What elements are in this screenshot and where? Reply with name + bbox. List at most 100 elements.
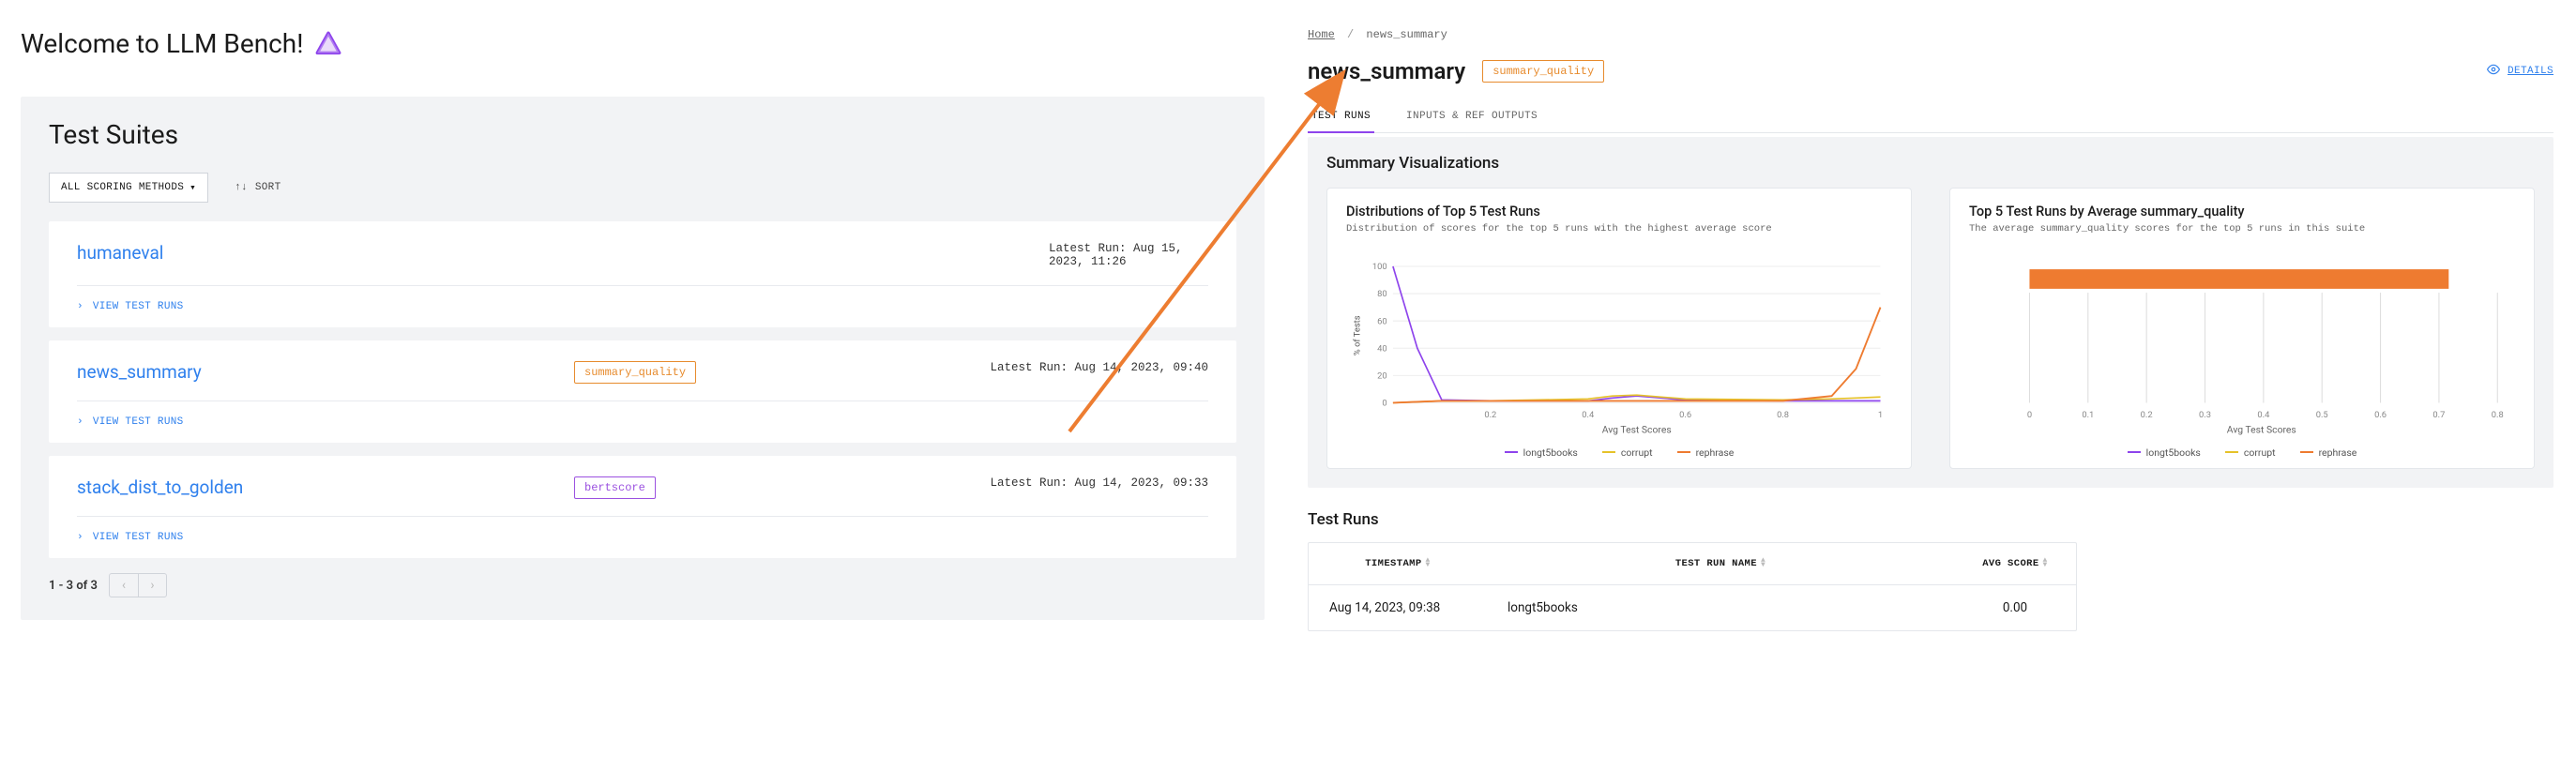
next-page-button[interactable]: › bbox=[138, 574, 166, 597]
legend-swatch bbox=[2300, 451, 2313, 453]
latest-run: Latest Run: Aug 14, 2023, 09:40 bbox=[990, 361, 1208, 374]
scoring-tag: bertscore bbox=[574, 476, 656, 499]
legend-label: longt5books bbox=[1523, 446, 1578, 459]
legend-label: rephrase bbox=[2319, 446, 2357, 459]
legend-swatch bbox=[1602, 451, 1615, 453]
test-runs-heading: Test Runs bbox=[1308, 510, 2553, 529]
tag-slot: summary_quality bbox=[574, 361, 762, 384]
chart-top5-avg: Top 5 Test Runs by Average summary_quali… bbox=[1949, 188, 2535, 469]
svg-text:0.4: 0.4 bbox=[2257, 410, 2270, 420]
latest-run: Latest Run: Aug 14, 2023, 09:33 bbox=[990, 476, 1208, 490]
legend-item: longt5books bbox=[1505, 446, 1578, 459]
sort-icon: ↑↓ bbox=[235, 182, 248, 193]
col-header-timestamp[interactable]: TIMESTAMP ▲▼ bbox=[1309, 543, 1487, 584]
suite-card: humaneval Latest Run: Aug 15, 2023, 11:2… bbox=[49, 221, 1236, 327]
test-suites-page: Welcome to LLM Bench! Test Suites ALL SC… bbox=[0, 0, 1285, 771]
legend-item: corrupt bbox=[2225, 446, 2276, 459]
table-row[interactable]: Aug 14, 2023, 09:38 longt5books 0.00 bbox=[1309, 585, 2076, 630]
suite-card: news_summary summary_quality Latest Run:… bbox=[49, 340, 1236, 443]
legend-swatch bbox=[2225, 451, 2238, 453]
chart-title: Top 5 Test Runs by Average summary_quali… bbox=[1969, 204, 2515, 219]
svg-text:0.4: 0.4 bbox=[1582, 410, 1595, 420]
chart-legend: longt5books corrupt rephrase bbox=[1969, 446, 2515, 459]
legend-swatch bbox=[1505, 451, 1518, 453]
svg-text:0.2: 0.2 bbox=[1484, 410, 1496, 420]
col-header-score[interactable]: AVG SCORE ▲▼ bbox=[1954, 543, 2076, 584]
visualizations-heading: Summary Visualizations bbox=[1326, 154, 2535, 173]
cell-timestamp: Aug 14, 2023, 09:38 bbox=[1309, 585, 1487, 630]
page-title: news_summary bbox=[1308, 58, 1465, 84]
chart-svg: 0 0.1 0.2 0.3 0.4 0.5 0.6 0.7 0.8 Avg Te… bbox=[1969, 242, 2515, 437]
svg-text:0: 0 bbox=[2027, 410, 2032, 420]
page-buttons: ‹ › bbox=[109, 573, 167, 597]
suite-detail-page: Home / news_summary news_summary summary… bbox=[1285, 0, 2576, 771]
welcome-text: Welcome to LLM Bench! bbox=[21, 28, 303, 59]
legend-label: corrupt bbox=[1621, 446, 1653, 459]
svg-text:0.1: 0.1 bbox=[2082, 410, 2094, 420]
breadcrumb-home[interactable]: Home bbox=[1308, 28, 1335, 41]
tabs: TEST RUNS INPUTS & REF OUTPUTS bbox=[1308, 101, 2553, 133]
toolbar: ALL SCORING METHODS ▾ ↑↓ SORT bbox=[49, 173, 1236, 203]
sort-label: SORT bbox=[255, 182, 281, 193]
eye-icon bbox=[2487, 63, 2500, 80]
tag-slot: bertscore bbox=[574, 476, 762, 499]
col-header-label: TEST RUN NAME bbox=[1675, 558, 1757, 569]
svg-text:40: 40 bbox=[1377, 343, 1387, 354]
latest-run: Latest Run: Aug 15, 2023, 11:26 bbox=[1049, 242, 1208, 268]
test-suites-title: Test Suites bbox=[49, 119, 1236, 150]
legend-item: rephrase bbox=[2300, 446, 2357, 459]
legend-swatch bbox=[2128, 451, 2141, 453]
pagination: 1 - 3 of 3 ‹ › bbox=[49, 573, 1236, 597]
cell-avg-score: 0.00 bbox=[1954, 585, 2076, 630]
chart-subtitle: Distribution of scores for the top 5 run… bbox=[1346, 223, 1892, 234]
legend-item: rephrase bbox=[1677, 446, 1735, 459]
logo-icon bbox=[314, 30, 342, 58]
chart-title: Distributions of Top 5 Test Runs bbox=[1346, 204, 1892, 219]
view-test-runs-button[interactable]: › VIEW TEST RUNS bbox=[77, 532, 1208, 543]
suite-card: stack_dist_to_golden bertscore Latest Ru… bbox=[49, 456, 1236, 558]
suite-name-link[interactable]: stack_dist_to_golden bbox=[77, 476, 527, 498]
cell-run-name: longt5books bbox=[1487, 585, 1954, 630]
chevron-down-icon: ▾ bbox=[189, 181, 196, 194]
dropdown-label: ALL SCORING METHODS bbox=[61, 182, 184, 193]
sort-icon: ▲▼ bbox=[1426, 559, 1431, 568]
svg-text:0.5: 0.5 bbox=[2316, 410, 2328, 420]
chart-distribution: Distributions of Top 5 Test Runs Distrib… bbox=[1326, 188, 1912, 469]
details-link-label: DETAILS bbox=[2508, 66, 2553, 77]
view-test-runs-button[interactable]: › VIEW TEST RUNS bbox=[77, 416, 1208, 428]
chart-subtitle: The average summary_quality scores for t… bbox=[1969, 223, 2515, 234]
view-test-runs-button[interactable]: › VIEW TEST RUNS bbox=[77, 301, 1208, 312]
svg-text:0.7: 0.7 bbox=[2432, 410, 2445, 420]
suite-name-link[interactable]: news_summary bbox=[77, 361, 527, 383]
chart-legend: longt5books corrupt rephrase bbox=[1346, 446, 1892, 459]
legend-label: rephrase bbox=[1696, 446, 1735, 459]
svg-text:0.8: 0.8 bbox=[2492, 410, 2504, 420]
prev-page-button[interactable]: ‹ bbox=[110, 574, 138, 597]
chevron-right-icon: › bbox=[77, 416, 83, 428]
col-header-name[interactable]: TEST RUN NAME ▲▼ bbox=[1487, 543, 1954, 584]
legend-item: corrupt bbox=[1602, 446, 1653, 459]
sort-icon: ▲▼ bbox=[1761, 559, 1765, 568]
sort-button[interactable]: ↑↓ SORT bbox=[235, 182, 280, 193]
view-runs-label: VIEW TEST RUNS bbox=[93, 301, 184, 312]
scoring-tag: summary_quality bbox=[574, 361, 696, 384]
visualizations-section: Summary Visualizations Distributions of … bbox=[1308, 137, 2553, 488]
scoring-tag: summary_quality bbox=[1482, 60, 1604, 83]
test-runs-table: TIMESTAMP ▲▼ TEST RUN NAME ▲▼ AVG SCORE … bbox=[1308, 542, 2077, 631]
details-link[interactable]: DETAILS bbox=[2487, 63, 2553, 80]
legend-label: longt5books bbox=[2146, 446, 2201, 459]
x-axis-label: Avg Test Scores bbox=[1602, 424, 1672, 436]
scoring-method-dropdown[interactable]: ALL SCORING METHODS ▾ bbox=[49, 173, 208, 203]
suite-name-link[interactable]: humaneval bbox=[77, 242, 527, 264]
tab-test-runs[interactable]: TEST RUNS bbox=[1308, 101, 1374, 133]
breadcrumb-current: news_summary bbox=[1366, 28, 1447, 41]
y-axis-label: % of Tests bbox=[1353, 315, 1363, 355]
detail-header: news_summary summary_quality DETAILS bbox=[1308, 58, 2553, 84]
view-runs-label: VIEW TEST RUNS bbox=[93, 532, 184, 543]
tab-inputs-ref-outputs[interactable]: INPUTS & REF OUTPUTS bbox=[1402, 101, 1541, 133]
svg-text:0.6: 0.6 bbox=[2374, 410, 2387, 420]
x-axis-label: Avg Test Scores bbox=[2227, 424, 2296, 436]
chart-svg: 0 20 40 60 80 100 bbox=[1346, 242, 1892, 437]
test-suites-panel: Test Suites ALL SCORING METHODS ▾ ↑↓ SOR… bbox=[21, 97, 1265, 620]
welcome-heading: Welcome to LLM Bench! bbox=[21, 28, 1265, 59]
